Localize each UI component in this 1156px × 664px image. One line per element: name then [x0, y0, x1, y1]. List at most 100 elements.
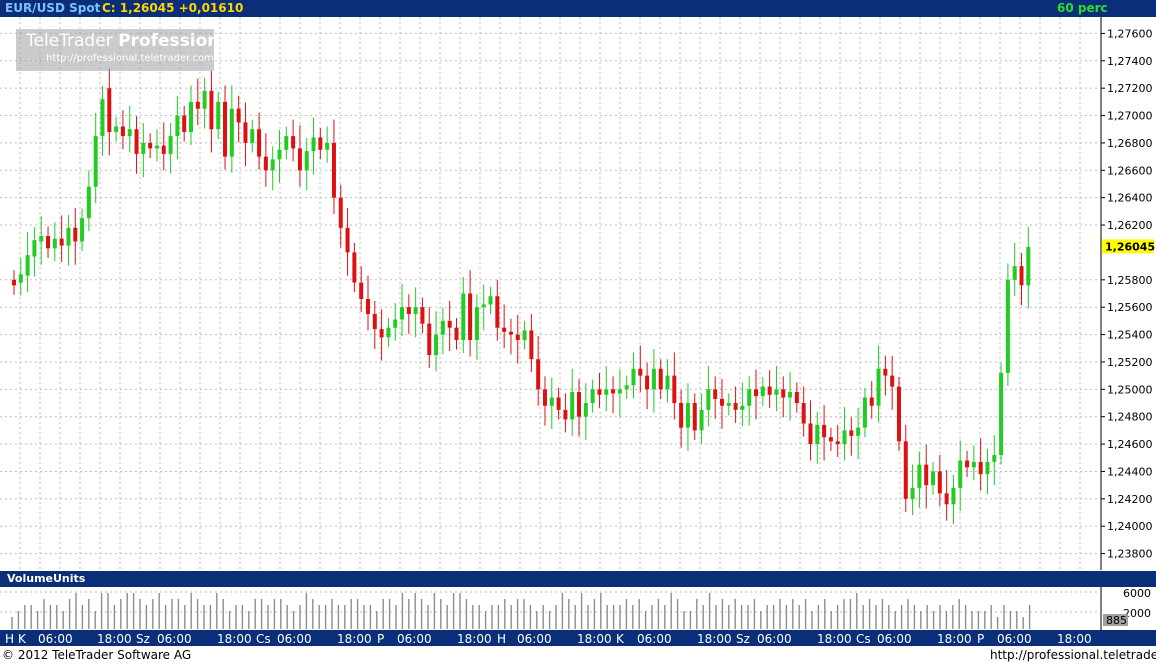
candle-body: [658, 368, 663, 390]
candle-body: [965, 460, 970, 468]
candle-body: [747, 389, 752, 406]
candle-body: [713, 389, 718, 399]
candle-body: [236, 108, 241, 123]
candle-body: [141, 142, 146, 154]
candle-body: [114, 126, 119, 132]
candle-body: [1005, 279, 1010, 373]
x-tick-label: Sz: [736, 632, 750, 646]
price-axis-ticks: 1,27600 1,27400 1,27200 1,27000 1,26800 1,266…: [1101, 27, 1153, 561]
candle-body: [958, 460, 963, 488]
candle-body: [937, 471, 942, 494]
volume-panel-header: VolumeUnits: [0, 571, 1156, 587]
candle-body: [188, 101, 193, 132]
candle-body: [536, 359, 541, 390]
x-tick-label: Cs: [256, 632, 271, 646]
candle-body: [80, 218, 85, 242]
candle-body: [1019, 266, 1024, 286]
candle-body: [971, 461, 976, 468]
candle-body: [645, 375, 650, 390]
x-tick-label: Sz: [136, 632, 150, 646]
current-price-tag: 1,26045: [1102, 239, 1155, 254]
candle-body: [611, 389, 616, 394]
candle-body: [583, 403, 588, 417]
candle-body: [719, 398, 724, 406]
candle-body: [66, 227, 71, 246]
candle-body: [692, 403, 697, 431]
candle-body: [978, 461, 983, 475]
candle-body: [359, 282, 364, 299]
candle-body: [474, 307, 479, 341]
x-tick-label: P: [977, 632, 984, 646]
candle-body: [1012, 266, 1017, 280]
candle-body: [468, 293, 473, 341]
candle-body: [542, 389, 547, 406]
candle-body: [175, 115, 180, 137]
candle-body: [781, 389, 786, 398]
x-tick-label: H: [5, 632, 14, 646]
y-tick-label: 1,24000: [1107, 520, 1153, 533]
candle-body: [488, 296, 493, 305]
candle-body: [434, 334, 439, 356]
candle-body: [856, 427, 861, 436]
candle-body: [12, 279, 16, 286]
candle-body: [304, 151, 309, 171]
candle-body: [134, 129, 139, 154]
candle-body: [699, 409, 704, 431]
candle-body: [985, 461, 990, 475]
candle-body: [624, 385, 629, 390]
candle-body: [931, 471, 936, 486]
candle-body: [801, 403, 806, 424]
x-tick-label: 06:00: [757, 632, 792, 646]
candle-body: [917, 464, 922, 488]
x-tick-label: 18:00: [1057, 632, 1092, 646]
candle-body: [195, 101, 200, 109]
candle-body: [604, 389, 609, 395]
current-price-value: 1,26045: [1105, 240, 1155, 253]
y-tick-label: 1,27200: [1107, 82, 1153, 95]
candle-body: [835, 441, 840, 445]
x-tick-label: 18:00: [937, 632, 972, 646]
y-tick-label: 1,25000: [1107, 383, 1153, 396]
candle-body: [740, 405, 745, 410]
candle-body: [440, 320, 445, 335]
candle-body: [154, 145, 159, 149]
candle-body: [767, 386, 772, 395]
candle-body: [1026, 246, 1031, 286]
candle-body: [406, 307, 411, 315]
candle-body: [924, 464, 929, 486]
x-tick-label: 06:00: [637, 632, 672, 646]
candle-body: [638, 368, 643, 376]
y-tick-label: 1,27000: [1107, 110, 1153, 123]
x-tick-label: 18:00: [817, 632, 852, 646]
candle-body: [754, 389, 759, 397]
candle-body: [229, 108, 234, 157]
candle-body: [18, 274, 23, 283]
y-tick-label: 1,24600: [1107, 438, 1153, 451]
candle-body: [243, 122, 248, 143]
candle-body: [216, 101, 221, 130]
candle-body: [461, 293, 466, 341]
y-tick-label: 1,23800: [1107, 548, 1153, 561]
x-tick-label: 18:00: [337, 632, 372, 646]
price-chart[interactable]: 1,27600 1,27400 1,27200 1,27000 1,26800 1,266…: [0, 0, 1156, 664]
candle-body: [815, 424, 820, 445]
x-tick-label: 06:00: [277, 632, 312, 646]
candle-body: [345, 227, 350, 253]
x-tick-label: 06:00: [397, 632, 432, 646]
x-tick-label: 06:00: [997, 632, 1032, 646]
candle-body: [808, 423, 813, 445]
footer-url: http://professional.teletrader.com/: [990, 648, 1156, 662]
candle-body: [502, 327, 507, 332]
candle-body: [39, 236, 44, 242]
candle-body: [386, 327, 391, 338]
x-tick-label: 18:00: [577, 632, 612, 646]
candle-body: [590, 389, 595, 404]
candle-body: [107, 88, 112, 132]
candle-body: [420, 307, 425, 324]
candle-body: [297, 148, 302, 171]
y-tick-label: 1,25600: [1107, 301, 1153, 314]
candle-body: [556, 397, 561, 410]
candle-body: [182, 115, 187, 132]
y-tick-label: 1,25800: [1107, 274, 1153, 287]
candle-body: [577, 392, 582, 417]
